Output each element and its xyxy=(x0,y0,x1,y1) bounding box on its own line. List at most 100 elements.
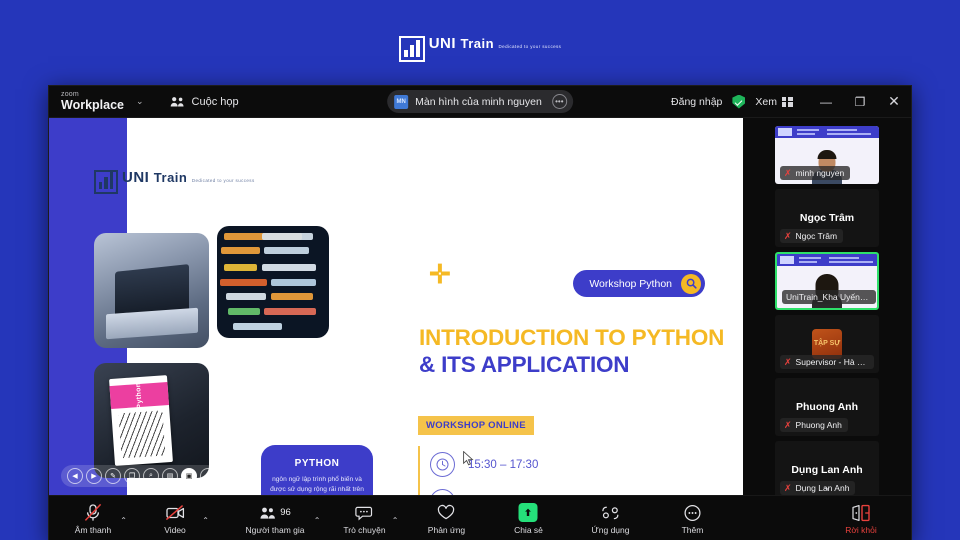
microphone-muted-icon: ✗ xyxy=(784,167,792,178)
logo-line2: Train xyxy=(460,36,495,51)
chevron-up-icon[interactable]: ⌃ xyxy=(314,516,321,525)
logo-line1: UNI xyxy=(428,35,457,52)
more-icon xyxy=(683,503,701,522)
mouse-cursor-icon xyxy=(463,451,474,466)
chevron-down-icon[interactable]: ⌄ xyxy=(136,96,144,107)
window-controls: — ❐ ✕ xyxy=(809,86,911,117)
shield-check-icon[interactable] xyxy=(732,94,746,109)
slide-logo-tagline: Dedicated to your success xyxy=(191,178,255,183)
slide-logo-line1: UNI xyxy=(122,169,150,186)
photo-laptop-coding xyxy=(94,233,209,348)
login-button[interactable]: Đăng nhập xyxy=(661,96,732,108)
ellipsis-icon[interactable]: ••• xyxy=(551,94,567,109)
view-button-label: Xem xyxy=(755,95,777,108)
logo-tagline: Dedicated to your success xyxy=(498,44,562,49)
minimize-button[interactable]: — xyxy=(809,86,843,117)
more-button[interactable]: Thêm xyxy=(664,503,720,535)
microphone-muted-icon: ✗ xyxy=(784,230,792,241)
meeting-toolbar: Âm thanh ⌃ Video ⌃ 96 Người tham gia ⌃ T… xyxy=(49,495,911,540)
participant-display-name: Dụng Lan Anh xyxy=(791,464,863,476)
participant-tile[interactable]: Phuong Anh ✗ Phuong Anh xyxy=(775,378,879,436)
microphone-muted-icon: ✗ xyxy=(784,419,792,430)
chevron-down-icon[interactable]: ⌄ xyxy=(743,480,911,493)
photo-source-code xyxy=(217,226,329,338)
slide-title-line1: INTRODUCTION TO PYTHON xyxy=(419,325,725,350)
zoom-brand: zoom Workplace xyxy=(61,91,124,112)
audio-button-label: Âm thanh xyxy=(74,525,112,535)
shared-screen-stage[interactable]: UNI Train Dedicated to your success Pyth… xyxy=(49,118,743,495)
chat-button[interactable]: Trò chuyện ⌃ xyxy=(336,503,398,535)
more-button-label: Thêm xyxy=(681,525,704,535)
chevron-up-icon[interactable]: ⌃ xyxy=(120,516,127,525)
participant-name: Phuong Anh xyxy=(795,420,842,430)
chevron-up-icon[interactable]: ⌃ xyxy=(392,516,399,525)
photo-python-book: Python xyxy=(94,363,209,478)
titlebar-right-group: Đăng nhập Xem — ❐ ✕ xyxy=(661,86,911,117)
participants-button[interactable]: 96 Người tham gia ⌃ xyxy=(240,503,321,535)
participant-name-badge: UniTrain_Kha Uyến Ngh xyxy=(782,290,876,304)
zoom-brand-main: Workplace xyxy=(61,98,124,113)
maximize-button[interactable]: ❐ xyxy=(843,86,877,117)
participant-display-name: Phuong Anh xyxy=(795,401,858,413)
chevron-up-icon[interactable]: ⌃ xyxy=(202,516,209,525)
leave-meeting-button[interactable]: Rời khỏi xyxy=(833,503,889,535)
microphone-muted-icon: ✗ xyxy=(784,356,792,367)
slide-title-line2: & ITS APPLICATION xyxy=(419,352,630,378)
camera-toggle-icon[interactable]: ▣ xyxy=(181,468,197,484)
toolbar-center-group: 96 Người tham gia ⌃ Trò chuyện ⌃ Phản ứn… xyxy=(240,503,721,535)
participant-tile-active-speaker[interactable]: UniTrain_Kha Uyến Ngh xyxy=(775,252,879,310)
participants-button-label: Người tham gia xyxy=(245,525,305,535)
leave-meeting-label: Rời khỏi xyxy=(845,525,877,535)
plus-decoration-icon: ✛ xyxy=(429,259,451,289)
unitrain-logo-mark xyxy=(94,170,118,194)
window-titlebar: zoom Workplace ⌄ Cuộc họp MN Màn hình củ… xyxy=(49,86,911,118)
participant-name: Ngọc Trâm xyxy=(795,231,838,241)
participant-name-badge: ✗ Supervisor - Hà Ngo... xyxy=(780,355,874,369)
participant-name: minh nguyen xyxy=(795,168,845,178)
participant-name-badge: ✗ Ngọc Trâm xyxy=(780,229,844,243)
participant-name: UniTrain_Kha Uyến Ngh xyxy=(786,292,870,302)
workshop-python-label: Workshop Python xyxy=(589,277,672,290)
status-badge: WORKSHOP ONLINE xyxy=(418,416,534,435)
detail-time-text: 15:30 – 17:30 xyxy=(468,458,539,471)
slide-annotation-toolbar[interactable]: ◀ ▶ ✎ ❐ ⌕ ▤ ▣ ⋯ xyxy=(61,465,222,487)
prev-slide-icon[interactable]: ◀ xyxy=(67,468,83,484)
share-screen-icon xyxy=(518,503,538,522)
video-button[interactable]: Video ⌃ xyxy=(147,503,209,535)
slide-unitrain-logo: UNI Train Dedicated to your success xyxy=(94,170,255,194)
python-card-title: PYTHON xyxy=(294,458,340,469)
detail-row-date: Thứ 7 ngày 24/08/2024 xyxy=(430,483,718,495)
heart-icon xyxy=(437,503,456,522)
toolbar-right-group: Rời khỏi xyxy=(833,503,889,535)
share-screen-button[interactable]: Chia sẻ xyxy=(500,503,556,535)
view-button[interactable]: Xem xyxy=(755,96,793,108)
zoom-search-icon[interactable]: ⌕ xyxy=(143,468,159,484)
apps-icon xyxy=(600,503,620,522)
participants-icon: 96 xyxy=(259,503,291,522)
workshop-python-button: Workshop Python xyxy=(573,270,705,297)
copy-screen-icon[interactable]: ❐ xyxy=(124,468,140,484)
screen-share-indicator[interactable]: MN Màn hình của minh nguyen ••• xyxy=(387,90,573,113)
participant-tile[interactable]: TẬP SỰ ✗ Supervisor - Hà Ngo... xyxy=(775,315,879,373)
save-screen-icon[interactable]: ▤ xyxy=(162,468,178,484)
more-options-icon[interactable]: ⋯ xyxy=(200,468,216,484)
meetings-tab-label: Cuộc họp xyxy=(191,95,239,108)
reactions-button[interactable]: Phản ứng xyxy=(418,503,474,535)
microphone-muted-icon xyxy=(82,503,104,522)
apps-button[interactable]: Ứng dụng xyxy=(582,503,638,535)
meetings-tab[interactable]: Cuộc họp xyxy=(170,96,239,108)
leave-meeting-icon xyxy=(850,503,872,522)
annotate-pen-icon[interactable]: ✎ xyxy=(105,468,121,484)
audio-button[interactable]: Âm thanh ⌃ xyxy=(65,503,127,535)
participant-tile[interactable]: Ngọc Trâm ✗ Ngọc Trâm xyxy=(775,189,879,247)
unitrain-logo-mark xyxy=(398,36,425,62)
participant-name: Supervisor - Hà Ngo... xyxy=(795,357,868,367)
next-slide-icon[interactable]: ▶ xyxy=(86,468,102,484)
participants-filmstrip[interactable]: ✗ minh nguyen Ngọc Trâm ✗ Ngọc Trâm UniT… xyxy=(743,118,911,495)
toolbar-left-group: Âm thanh ⌃ Video ⌃ xyxy=(65,503,209,535)
close-button[interactable]: ✕ xyxy=(877,86,911,117)
avatar: MN xyxy=(394,94,409,109)
participant-tile[interactable]: ✗ minh nguyen xyxy=(775,126,879,184)
participant-display-name: Ngọc Trâm xyxy=(799,212,855,224)
video-muted-icon xyxy=(163,503,187,522)
